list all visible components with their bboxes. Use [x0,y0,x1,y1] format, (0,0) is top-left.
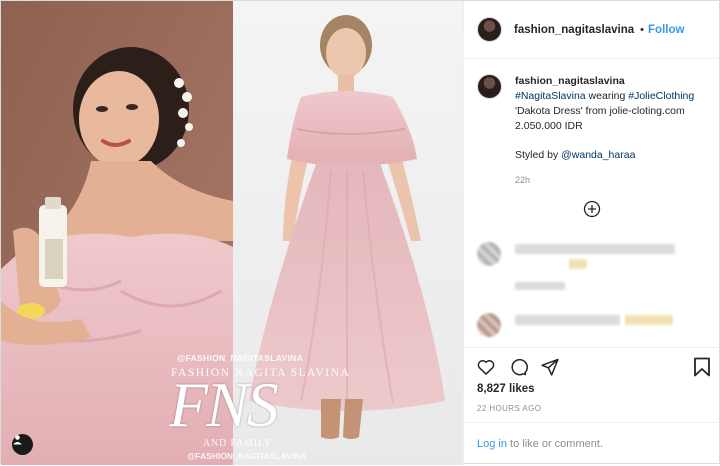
caption-avatar[interactable] [477,74,502,99]
action-icons [476,357,560,377]
comment-avatar [477,242,501,266]
user-tag-icon[interactable] [12,434,33,455]
styled-prefix: Styled by [515,149,562,161]
login-link[interactable]: Log in [477,438,507,450]
hashtag-nagitaslavina[interactable]: #NagitaSlavina [515,90,586,102]
caption-time: 22h [515,175,531,185]
login-rest: to like or comment. [506,438,603,450]
caption-text-1: wearing [585,90,629,102]
comment-avatar [477,313,501,337]
caption-username[interactable]: fashion_nagitaslavina [515,74,712,89]
hashtag-jolieclothing[interactable]: #JolieClothing [628,90,694,102]
separator-dot: • [640,23,645,36]
plus-circle-icon[interactable] [583,200,601,218]
instagram-post: @FASHION_NAGITASLAVINA FASHION NAGITA SL… [0,0,720,465]
post-timestamp: 22 HOURS AGO [477,404,542,413]
follow-button[interactable]: Follow [648,24,684,36]
face [79,71,159,167]
mention-wanda[interactable]: @wanda_haraa [561,149,635,161]
post-image[interactable]: @FASHION_NAGITASLAVINA FASHION NAGITA SL… [1,1,463,465]
watermark-logo: FNS [169,369,279,440]
login-prompt: Log in to like or comment. [464,422,720,466]
caption-text-2: 'Dakota Dress' from jolie-cloting.com 2.… [515,105,685,132]
likes-count[interactable]: 8,827 likes [477,383,535,395]
avatar[interactable] [477,17,502,42]
caption-styled-line: Styled by @wanda_haraa [515,148,712,163]
watermark-handle-bottom: @FASHION_NAGITASLAVINA [187,451,307,461]
header-username[interactable]: fashion_nagitaslavina [514,24,634,36]
post-header: fashion_nagitaslavina • Follow [464,1,720,59]
post-actions: 8,827 likes 22 HOURS AGO Log in to like … [464,347,720,465]
watermark-family: AND FAMILY [203,438,272,449]
share-icon[interactable] [540,357,560,377]
heart-icon[interactable] [476,357,496,377]
watermark-handle: @FASHION_NAGITASLAVINA [177,353,304,363]
caption-body: fashion_nagitaslavina #NagitaSlavina wea… [515,74,712,188]
bookmark-icon[interactable] [693,357,711,382]
post-sidebar: fashion_nagitaslavina • Follow fashion_n… [463,1,720,465]
comment-icon[interactable] [508,357,528,377]
caption: fashion_nagitaslavina #NagitaSlavina wea… [477,74,712,188]
